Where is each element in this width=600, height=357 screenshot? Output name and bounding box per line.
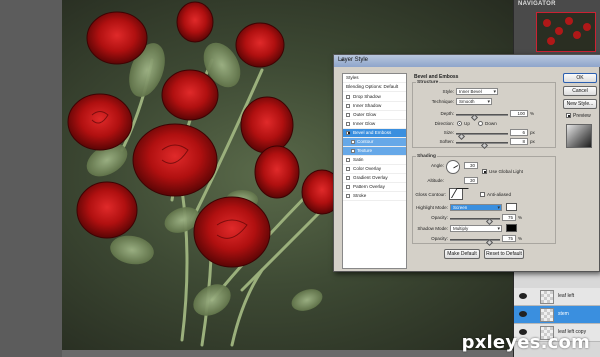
checkbox[interactable]	[346, 104, 350, 108]
styles-header[interactable]: Styles	[343, 74, 406, 83]
shadow-opacity-unit: %	[518, 236, 523, 241]
effect-gradient-overlay[interactable]: Gradient Overlay	[343, 174, 406, 183]
close-icon[interactable]: ×	[338, 57, 346, 65]
layer-thumbnail	[540, 290, 554, 304]
layer-row-stem[interactable]: stem	[514, 306, 600, 324]
dialog-titlebar[interactable]: Layer Style ×	[334, 55, 600, 67]
effect-stroke[interactable]: Stroke	[343, 192, 406, 201]
direction-label: Direction:	[434, 121, 454, 126]
depth-input[interactable]: 100	[510, 110, 528, 117]
angle-dial[interactable]	[446, 160, 460, 174]
new-style-button[interactable]: New Style...	[563, 99, 597, 109]
style-label: Style:	[442, 89, 455, 94]
checkbox[interactable]	[351, 149, 355, 153]
shadow-opacity-label: Opacity:	[431, 236, 448, 241]
depth-slider[interactable]	[456, 114, 508, 116]
visibility-eye-icon[interactable]	[519, 293, 527, 299]
anti-aliased-label: Anti-aliased	[487, 192, 512, 197]
size-input[interactable]: 6	[510, 129, 528, 136]
size-unit: px	[530, 130, 535, 135]
highlight-color-swatch[interactable]	[506, 203, 517, 211]
soften-label: Soften:	[439, 139, 454, 144]
structure-title: Structure	[416, 80, 440, 85]
highlight-opacity-unit: %	[518, 215, 523, 220]
checkbox[interactable]	[346, 167, 350, 171]
highlight-opacity-input[interactable]: 75	[502, 214, 516, 221]
technique-label: Technique:	[431, 99, 454, 104]
altitude-label: Altitude:	[427, 178, 444, 183]
checkbox[interactable]	[346, 194, 350, 198]
technique-select[interactable]: Smooth	[456, 98, 492, 105]
shading-title: Shading	[416, 154, 437, 159]
effect-inner-glow[interactable]: Inner Glow	[343, 120, 406, 129]
effect-drop-shadow[interactable]: Drop Shadow	[343, 93, 406, 102]
make-default-button[interactable]: Make Default	[444, 249, 480, 259]
highlight-mode-select[interactable]: Screen	[450, 204, 502, 211]
shadow-mode-label: Shadow Mode:	[417, 226, 448, 231]
depth-unit: %	[530, 111, 535, 116]
layer-thumbnail	[540, 308, 554, 322]
checkbox[interactable]	[346, 185, 350, 189]
anti-aliased-checkbox[interactable]	[480, 192, 485, 197]
checkbox[interactable]	[346, 95, 350, 99]
gloss-contour-picker[interactable]	[449, 188, 463, 200]
altitude-input[interactable]: 30	[464, 177, 478, 184]
blending-options-item[interactable]: Blending Options: Default	[343, 83, 406, 92]
checkbox[interactable]	[346, 113, 350, 117]
shadow-color-swatch[interactable]	[506, 224, 517, 232]
preview-checkbox[interactable]	[566, 113, 571, 118]
depth-label: Depth:	[440, 111, 454, 116]
direction-down-radio[interactable]	[478, 121, 483, 126]
effect-inner-shadow[interactable]: Inner Shadow	[343, 102, 406, 111]
direction-up-label: Up	[464, 121, 470, 126]
effect-pattern-overlay[interactable]: Pattern Overlay	[343, 183, 406, 192]
soften-input[interactable]: 8	[510, 138, 528, 145]
effect-contour[interactable]: Contour	[343, 138, 406, 147]
angle-input[interactable]: 30	[464, 162, 478, 169]
checkbox[interactable]	[346, 131, 350, 135]
gloss-contour-label: Gloss Contour:	[415, 192, 446, 197]
navigator-tab[interactable]: NAVIGATOR	[518, 1, 556, 7]
layer-name: leaf left	[558, 293, 575, 299]
checkbox[interactable]	[351, 140, 355, 144]
highlight-opacity-label: Opacity:	[431, 215, 448, 220]
size-label: Size:	[443, 130, 454, 135]
styles-list: Styles Blending Options: Default Drop Sh…	[342, 73, 407, 269]
reset-default-button[interactable]: Reset to Default	[484, 249, 524, 259]
soften-unit: px	[530, 139, 535, 144]
layer-name: stem	[558, 311, 569, 317]
shadow-mode-select[interactable]: Multiply	[450, 225, 502, 232]
effect-bevel-and-emboss[interactable]: Bevel and Emboss	[343, 129, 406, 138]
cancel-button[interactable]: Cancel	[563, 86, 597, 96]
watermark-logo: pxleyes.com	[461, 332, 590, 353]
photoshop-window: NAVIGATOR leaf left stem leaf left copy	[0, 0, 600, 357]
checkbox[interactable]	[346, 158, 350, 162]
ok-button[interactable]: OK	[563, 73, 597, 83]
navigator-thumbnail[interactable]	[536, 12, 596, 52]
effect-outer-glow[interactable]: Outer Glow	[343, 111, 406, 120]
use-global-light-checkbox[interactable]	[482, 169, 487, 174]
effect-color-overlay[interactable]: Color Overlay	[343, 165, 406, 174]
checkbox[interactable]	[346, 122, 350, 126]
effect-texture[interactable]: Texture	[343, 147, 406, 156]
style-preview-thumbnail	[566, 124, 592, 148]
direction-down-label: Down	[485, 121, 497, 126]
layer-style-dialog: Layer Style × Styles Blending Options: D…	[333, 54, 600, 272]
highlight-mode-label: Highlight Mode:	[416, 205, 448, 210]
angle-label: Angle:	[430, 163, 444, 168]
preview-label: Preview	[573, 113, 591, 119]
layer-row-leaf-left[interactable]: leaf left	[514, 288, 600, 306]
bevel-style-select[interactable]: Inner Bevel	[456, 88, 498, 95]
shadow-opacity-slider[interactable]	[450, 239, 500, 241]
workspace-left-strip	[0, 0, 62, 357]
checkbox[interactable]	[346, 176, 350, 180]
effect-satin[interactable]: Satin	[343, 156, 406, 165]
use-global-light-label: Use Global Light	[489, 169, 523, 174]
highlight-opacity-slider[interactable]	[450, 218, 500, 220]
shadow-opacity-input[interactable]: 75	[502, 235, 516, 242]
direction-up-radio[interactable]	[457, 121, 462, 126]
visibility-eye-icon[interactable]	[519, 311, 527, 317]
